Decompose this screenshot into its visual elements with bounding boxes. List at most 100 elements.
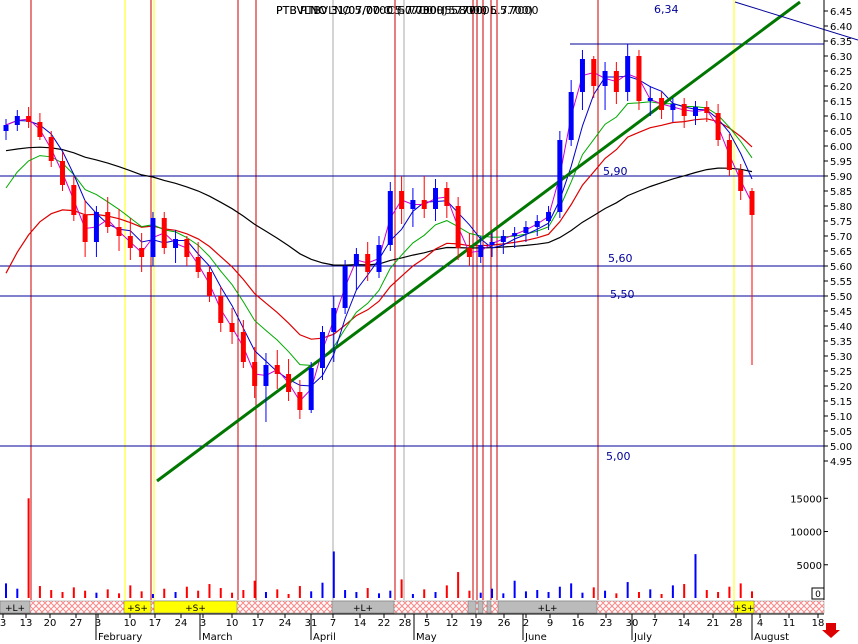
volume-bar[interactable]	[84, 590, 87, 598]
signal-long-segment[interactable]	[467, 600, 477, 614]
candle-body[interactable]	[704, 107, 710, 113]
candle-body[interactable]	[546, 212, 552, 221]
candle-body[interactable]	[478, 245, 484, 257]
candle-body[interactable]	[82, 215, 88, 242]
candle-body[interactable]	[286, 374, 292, 392]
volume-bar[interactable]	[264, 592, 267, 598]
volume-bar[interactable]	[491, 588, 494, 598]
volume-bar[interactable]	[671, 585, 674, 598]
volume-bar[interactable]	[592, 587, 595, 598]
candle-body[interactable]	[60, 161, 66, 185]
volume-bar[interactable]	[468, 590, 471, 598]
candle-body[interactable]	[692, 107, 698, 116]
candle-body[interactable]	[263, 365, 269, 386]
candle-body[interactable]	[421, 200, 427, 209]
candle-body[interactable]	[500, 236, 506, 242]
volume-bar[interactable]	[5, 583, 7, 598]
volume-bar[interactable]	[321, 582, 324, 598]
signal-long-segment[interactable]	[486, 600, 492, 614]
candle-body[interactable]	[173, 239, 179, 248]
candle-body[interactable]	[93, 212, 99, 242]
volume-bar[interactable]	[694, 554, 697, 598]
candle-body[interactable]	[297, 392, 303, 410]
volume-bar[interactable]	[411, 594, 414, 598]
volume-bar[interactable]	[185, 586, 188, 598]
volume-bar[interactable]	[626, 582, 629, 598]
volume-bar[interactable]	[502, 593, 505, 598]
volume-bar[interactable]	[378, 593, 380, 598]
volume-bar[interactable]	[140, 591, 143, 598]
candle-body[interactable]	[365, 254, 371, 272]
volume-bar[interactable]	[717, 592, 720, 598]
signal-long-segment[interactable]	[477, 600, 484, 614]
candle-body[interactable]	[14, 116, 20, 125]
volume-bar[interactable]	[536, 590, 539, 598]
volume-bar[interactable]	[366, 588, 369, 598]
volume-bar[interactable]	[174, 592, 177, 598]
candle-body[interactable]	[681, 104, 687, 116]
volume-bar[interactable]	[434, 592, 437, 598]
volume-bar[interactable]	[705, 590, 708, 598]
candle-body[interactable]	[659, 98, 665, 110]
candle-body[interactable]	[726, 140, 732, 170]
volume-bar[interactable]	[332, 551, 335, 598]
candle-body[interactable]	[195, 257, 201, 272]
volume-bar[interactable]	[389, 590, 392, 598]
volume-bar[interactable]	[276, 589, 279, 598]
volume-bar[interactable]	[547, 592, 550, 598]
volume-bar[interactable]	[253, 580, 256, 598]
candle-body[interactable]	[625, 56, 631, 92]
candle-body[interactable]	[579, 59, 585, 92]
volume-bar[interactable]	[344, 590, 347, 598]
volume-bar[interactable]	[163, 588, 166, 598]
volume-bar[interactable]	[751, 591, 753, 598]
volume-bar[interactable]	[683, 584, 686, 598]
candle-body[interactable]	[444, 188, 450, 206]
volume-bar[interactable]	[16, 588, 19, 598]
volume-bar[interactable]	[287, 594, 290, 598]
candle-body[interactable]	[512, 233, 518, 236]
volume-bar[interactable]	[151, 594, 154, 598]
candle-body[interactable]	[161, 218, 167, 248]
volume-bar[interactable]	[445, 585, 448, 598]
volume-bar[interactable]	[637, 592, 640, 598]
volume-bar[interactable]	[197, 590, 200, 598]
volume-bar[interactable]	[50, 590, 53, 598]
candle-body[interactable]	[399, 191, 405, 209]
volume-bar[interactable]	[242, 590, 245, 598]
candle-body[interactable]	[308, 368, 314, 410]
candle-body[interactable]	[455, 206, 461, 248]
candle-body[interactable]	[534, 221, 540, 227]
candle-body[interactable]	[523, 227, 529, 233]
candle-body[interactable]	[749, 191, 755, 215]
volume-bar[interactable]	[231, 592, 234, 598]
candle-body[interactable]	[738, 170, 744, 191]
candle-body[interactable]	[37, 122, 43, 137]
candle-body[interactable]	[466, 248, 472, 257]
volume-bar[interactable]	[728, 586, 731, 598]
candle-body[interactable]	[433, 188, 439, 209]
volume-bar[interactable]	[61, 592, 64, 598]
candle-body[interactable]	[229, 323, 235, 332]
volume-bar[interactable]	[106, 589, 109, 598]
candle-body[interactable]	[105, 212, 111, 227]
volume-bar[interactable]	[513, 580, 516, 598]
volume-bar[interactable]	[208, 584, 211, 598]
candle-body[interactable]	[71, 185, 77, 215]
candle-body[interactable]	[206, 272, 212, 296]
candle-body[interactable]	[139, 248, 145, 257]
volume-bar[interactable]	[649, 589, 652, 598]
candle-body[interactable]	[274, 365, 280, 374]
candle-body[interactable]	[715, 113, 721, 140]
volume-bar[interactable]	[660, 594, 663, 598]
volume-bar[interactable]	[423, 589, 426, 598]
candle-body[interactable]	[3, 125, 9, 131]
volume-bar[interactable]	[27, 498, 30, 598]
candle-body[interactable]	[636, 56, 642, 101]
candle-body[interactable]	[184, 239, 190, 257]
volume-bar[interactable]	[129, 585, 132, 598]
volume-bar[interactable]	[581, 592, 584, 598]
volume-bar[interactable]	[355, 592, 358, 598]
candle-body[interactable]	[568, 92, 574, 140]
candle-body[interactable]	[387, 191, 393, 245]
